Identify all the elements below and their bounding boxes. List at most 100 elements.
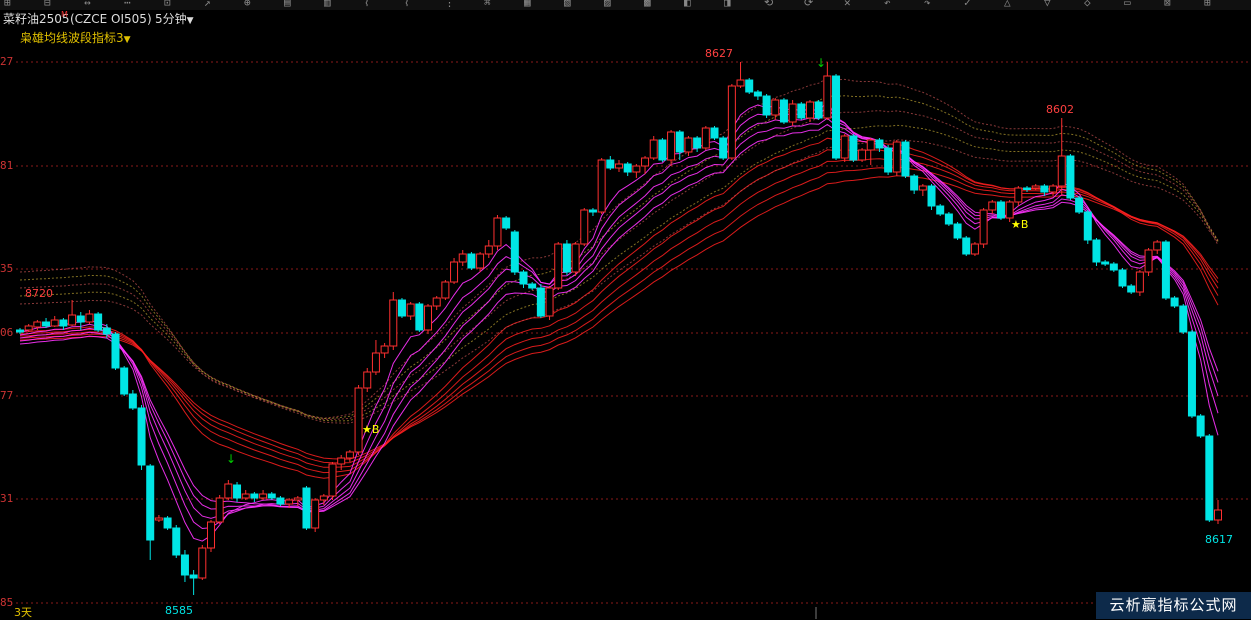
candle-body — [1075, 197, 1084, 213]
candle-body — [1153, 241, 1162, 251]
high-price-label: 8627 — [705, 47, 733, 60]
candle-body — [910, 175, 919, 191]
candle-body — [76, 315, 85, 323]
candle-body — [805, 101, 814, 119]
candle-body — [1057, 155, 1066, 187]
fast-ma-line — [19, 123, 1219, 513]
candle-body — [50, 319, 59, 327]
candle-body — [510, 231, 519, 273]
candle-body — [172, 527, 181, 556]
candle-body — [432, 297, 441, 307]
price-chart[interactable]: 8627 8602 8585 8617 8720 ★B ★B ↓ ↓ — [0, 0, 1251, 619]
candle-body — [996, 201, 1005, 219]
candle-body — [1005, 201, 1014, 219]
candle-body — [250, 493, 259, 499]
candle-body — [1161, 241, 1170, 299]
candle-body — [701, 127, 710, 149]
candle-body — [371, 352, 380, 373]
days-label: 3天 — [14, 606, 32, 619]
candle-body — [102, 327, 111, 335]
candle-body — [189, 574, 198, 579]
candle-body — [311, 499, 320, 529]
candle-body — [276, 497, 285, 505]
candle-body — [415, 303, 424, 331]
candle-body — [111, 333, 120, 369]
candle-body — [892, 141, 901, 173]
candle-body — [285, 499, 294, 505]
candle-body — [710, 127, 719, 139]
candle-body — [1187, 331, 1196, 417]
candle-body — [571, 243, 580, 273]
candle-body — [1135, 271, 1144, 293]
candle-body — [1040, 185, 1049, 193]
candle-body — [1109, 263, 1118, 271]
candle-body — [1101, 261, 1110, 265]
candle-body — [345, 451, 354, 459]
y-axis-label: 35 — [0, 262, 14, 275]
high-price-label: 8602 — [1046, 103, 1074, 116]
candle-body — [94, 313, 103, 331]
candle-body — [615, 163, 623, 169]
candle-body — [641, 157, 650, 167]
candle-body — [1214, 509, 1222, 521]
candle-body — [302, 487, 311, 529]
candle-body — [727, 85, 736, 159]
candle-body — [154, 517, 163, 521]
candle-body — [163, 517, 172, 529]
candle-body — [1127, 285, 1136, 293]
candle-body — [397, 299, 406, 317]
candle-body — [328, 463, 337, 497]
candle-body — [649, 139, 658, 159]
candle-body — [484, 245, 493, 255]
candle-body — [623, 163, 632, 173]
down-arrow-icon: ↓ — [816, 56, 826, 70]
candle-body — [424, 305, 433, 331]
candle-body — [502, 217, 511, 229]
candle-body — [1205, 435, 1214, 521]
candle-body — [1092, 239, 1101, 263]
candle-body — [85, 313, 94, 323]
candle-body — [319, 495, 328, 501]
candle-body — [788, 103, 797, 123]
candle-body — [128, 393, 137, 409]
y-axis-label: 27 — [0, 55, 14, 68]
candle-body — [988, 201, 997, 211]
candle-body — [962, 237, 971, 255]
candle-body — [953, 223, 962, 239]
candle-body — [1196, 415, 1205, 437]
candle-body — [693, 137, 702, 149]
candle-body — [380, 345, 389, 354]
candle-body — [1144, 249, 1153, 273]
candle-body — [1083, 211, 1092, 241]
candle-body — [33, 321, 42, 328]
candle-body — [24, 325, 33, 331]
candle-body — [1118, 269, 1127, 287]
candle-body — [241, 493, 250, 499]
candle-body — [1179, 305, 1188, 333]
watermark: 云析赢指标公式网 — [1096, 592, 1251, 619]
candle-body — [979, 209, 988, 245]
candle-body — [458, 253, 467, 263]
candle-body — [580, 209, 589, 245]
y-axis-label: 81 — [0, 159, 14, 172]
candle-body — [814, 101, 823, 119]
candle-body — [545, 287, 554, 317]
candle-body — [363, 371, 372, 389]
candle-body — [1031, 185, 1040, 189]
candle-body — [206, 521, 215, 549]
candle-body — [337, 457, 346, 465]
candle-body — [180, 554, 189, 576]
candle-body — [441, 281, 450, 299]
candle-body — [68, 314, 77, 326]
buy-signal-label: ★B — [362, 423, 379, 436]
candle-body — [667, 131, 676, 161]
candle-body — [1170, 297, 1179, 307]
candle-body — [554, 243, 563, 289]
candle-body — [927, 185, 936, 207]
candle-body — [1014, 187, 1023, 203]
candle-body — [146, 465, 155, 541]
low-price-label: 8585 — [165, 604, 193, 617]
candle-body — [233, 484, 242, 499]
candle-body — [293, 497, 302, 501]
dotted-ma-line — [19, 139, 1219, 424]
